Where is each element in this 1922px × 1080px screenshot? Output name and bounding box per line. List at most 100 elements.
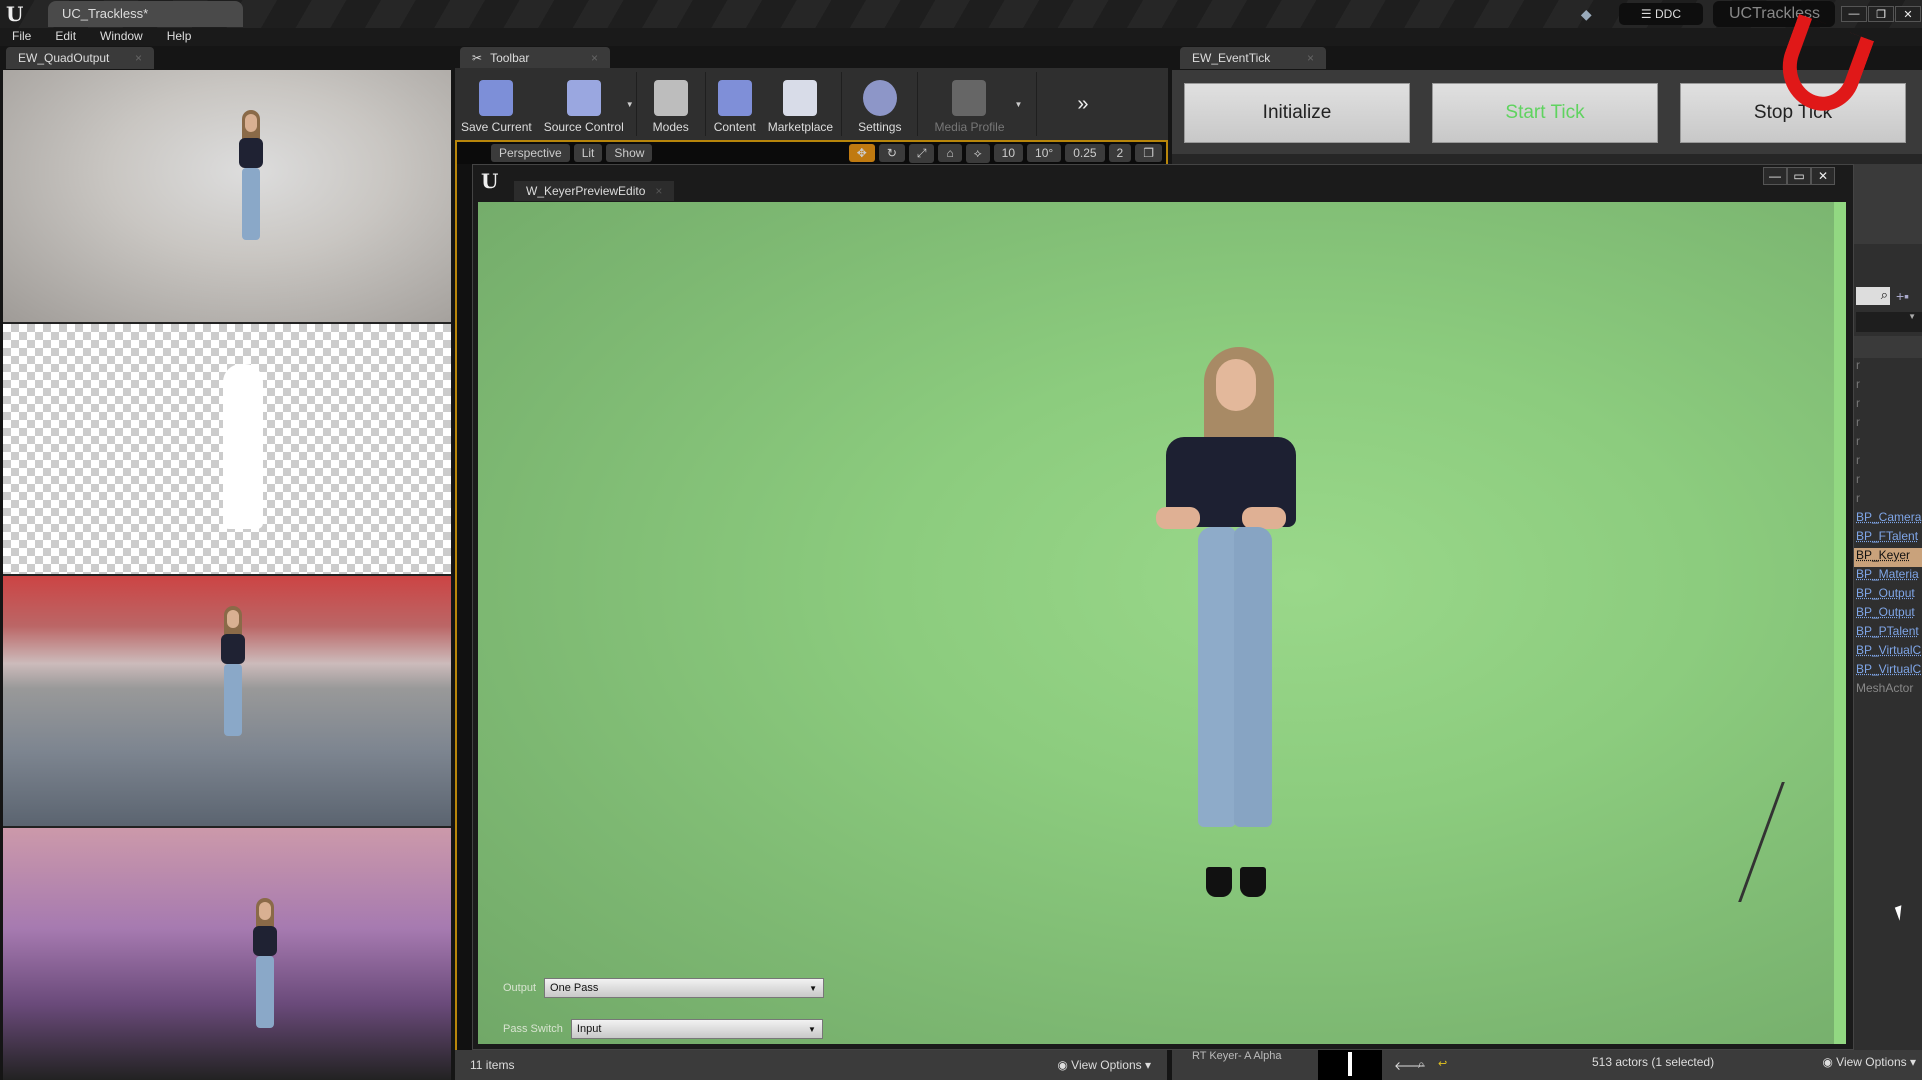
menu-window[interactable]: Window [88,28,155,46]
grid-snap-button[interactable]: 10 [993,144,1024,162]
outliner-item-selected[interactable]: BP_Keyer [1854,548,1922,567]
start-tick-button[interactable]: Start Tick [1432,83,1658,143]
keyer-preview-image: Output One Pass ▼ Pass Switch Input ▼ [478,202,1846,1044]
media-profile-icon [952,80,987,116]
close-tab-icon[interactable]: × [591,51,598,65]
source-control-button[interactable]: Source Control [538,68,630,140]
outliner-item[interactable]: BP_Camera [1854,510,1922,529]
light-stand [1738,782,1846,902]
quad-tile-studio-composite [3,576,451,826]
show-button[interactable]: Show [606,144,653,162]
tab-quad-output[interactable]: EW_QuadOutput × [6,47,154,69]
asset-thumbnail[interactable] [1318,1050,1382,1080]
maximize-viewport-icon[interactable]: ❐ [1135,144,1162,162]
outliner-item[interactable]: MeshActor [1854,681,1922,700]
outliner-item[interactable]: BP_Output [1854,586,1922,605]
tab-keyer-preview[interactable]: W_KeyerPreviewEdito × [514,181,675,201]
reset-icon[interactable]: ↩ [1438,1057,1447,1070]
talent-figure [221,606,245,746]
translate-tool-icon[interactable]: ✥ [848,144,875,162]
chevron-down-icon: ▼ [809,984,818,993]
keyer-preview-window: U W_KeyerPreviewEdito × — ▭ ✕ Output One … [472,164,1854,1050]
keyer-close-button[interactable]: ✕ [1811,167,1835,185]
learn-icon[interactable]: ◆ [1581,6,1601,22]
lit-button[interactable]: Lit [573,144,603,162]
ddc-icon: ☰ [1640,7,1655,21]
source-control-icon [566,80,601,116]
talent-figure [253,898,277,1038]
media-profile-button[interactable]: Media Profile [920,68,1018,140]
outliner-item[interactable]: BP_Materia [1854,567,1922,586]
keyer-minimize-button[interactable]: — [1763,167,1787,185]
actor-count: 513 actors (1 selected) [1592,1055,1715,1069]
menu-edit[interactable]: Edit [43,28,88,46]
tab-toolbar[interactable]: ✂ Toolbar × [460,47,610,69]
settings-icon [862,80,897,116]
view-options-button[interactable]: ◉ View Options ▾ [1057,1058,1151,1072]
eye-icon: ◉ [1822,1055,1837,1069]
tab-event-tick[interactable]: EW_EventTick × [1180,47,1326,69]
world-outliner: ⌕ +▪ ▼ r r r r r r r r BP_Camera BP_FTal… [1854,164,1922,1050]
minimize-button[interactable]: — [1841,6,1867,22]
close-button[interactable]: ✕ [1895,6,1921,22]
rotate-tool-icon[interactable]: ↻ [878,144,905,162]
talent-figure [1146,347,1316,907]
items-count: 11 items [470,1058,515,1072]
pass-switch-row: Pass Switch Input ▼ [503,1019,823,1039]
outliner-view-options-button[interactable]: ◉ View Options ▾ [1822,1055,1916,1069]
world-local-icon[interactable]: ⌂ [938,144,962,162]
content-icon [717,80,752,116]
toolbar-overflow-icon[interactable]: » [1077,93,1088,116]
panel-divider [1172,154,1922,164]
pass-switch-select[interactable]: Input ▼ [570,1019,823,1039]
save-icon [479,80,514,116]
outliner-item[interactable]: BP_VirtualC [1854,662,1922,681]
camera-speed-button[interactable]: 2 [1108,144,1132,162]
chevron-down-icon: ▼ [808,1025,816,1034]
outliner-filter-dropdown[interactable]: ▼ [1856,312,1922,332]
close-tab-icon[interactable]: × [655,184,662,198]
settings-button[interactable]: Settings [844,68,915,140]
scale-tool-icon[interactable]: ⤢ [908,143,935,163]
save-current-button[interactable]: Save Current [455,68,538,140]
viewport-edge [455,164,472,1050]
quad-tile-camera-input [3,70,451,322]
eye-icon: ◉ [1057,1058,1072,1072]
menu-help[interactable]: Help [155,28,204,46]
surface-snap-icon[interactable]: ⟡ [965,143,990,163]
output-select[interactable]: One Pass ▼ [544,978,825,998]
add-folder-icon[interactable]: +▪ [1896,288,1909,304]
browse-search-icon[interactable]: ⌕ [1418,1057,1425,1072]
rotation-snap-button[interactable]: 10° [1027,144,1062,162]
content-browser-status: 11 items ◉ View Options ▾ [455,1050,1167,1080]
content-button[interactable]: Content [708,68,762,140]
outliner-item[interactable]: BP_VirtualC [1854,643,1922,662]
outliner-item[interactable]: BP_Output [1854,605,1922,624]
outliner-search-icon[interactable]: ⌕ [1856,287,1890,305]
quad-tile-alpha-matte [3,324,451,574]
modes-icon [653,80,688,116]
initialize-button[interactable]: Initialize [1184,83,1410,143]
toolbar-wrench-icon: ✂ [472,51,483,65]
main-toolbar: Save Current Source Control ▼ Modes Cont… [455,68,1168,140]
menu-file[interactable]: File [0,28,43,46]
title-bar: U UC_Trackless* ◆ ☰ DDC UCTrackless — ❐ … [0,0,1922,28]
project-tab[interactable]: UC_Trackless* [48,1,243,27]
outliner-status: RT Keyer- A Alpha 🡐 ⌕ ↩ 513 actors (1 se… [1172,1050,1922,1080]
perspective-button[interactable]: Perspective [491,144,570,162]
output-row: Output One Pass ▼ [503,978,825,998]
menu-bar: File Edit Window Help [0,28,1922,46]
ddc-indicator[interactable]: ☰ DDC [1618,3,1703,25]
alpha-silhouette [223,364,263,529]
outliner-item[interactable]: BP_PTalent [1854,624,1922,643]
keyer-maximize-button[interactable]: ▭ [1787,167,1811,185]
outliner-item[interactable]: BP_FTalent [1854,529,1922,548]
asset-label: RT Keyer- A Alpha [1192,1050,1282,1062]
close-tab-icon[interactable]: × [135,51,142,65]
scale-snap-button[interactable]: 0.25 [1065,144,1105,162]
close-tab-icon[interactable]: × [1307,51,1314,65]
modes-button[interactable]: Modes [639,68,703,140]
marketplace-button[interactable]: Marketplace [762,68,839,140]
quad-tile-city-composite [3,828,451,1080]
restore-button[interactable]: ❐ [1868,6,1894,22]
